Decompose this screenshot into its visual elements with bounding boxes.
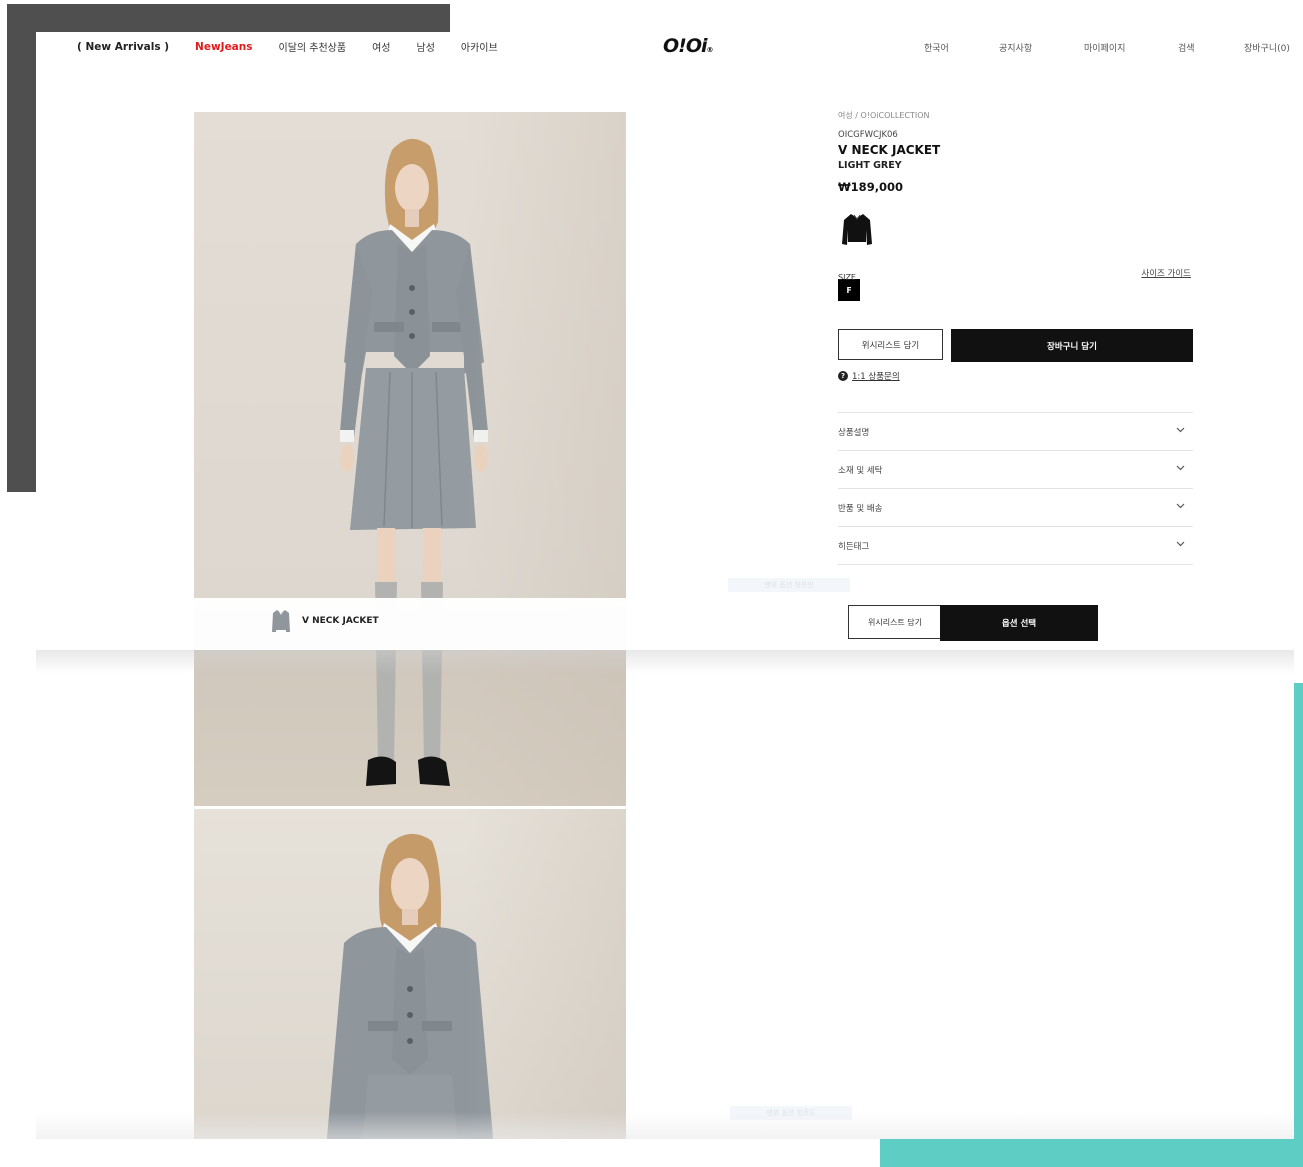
product-image-1	[194, 112, 626, 806]
size-label: SIZE	[838, 273, 856, 282]
chevron-down-icon	[1176, 465, 1185, 471]
nav-men[interactable]: 남성	[417, 39, 435, 54]
accordion-label: 히든태그	[838, 541, 870, 552]
nav-language[interactable]: 한국어	[924, 41, 949, 54]
wishlist-button[interactable]: 위시리스트 담기	[838, 329, 943, 360]
jacket-swatch-icon	[842, 214, 872, 245]
sticky-wishlist-button[interactable]: 위시리스트 담기	[848, 605, 942, 639]
size-option-f[interactable]: F	[838, 279, 860, 301]
product-price: ₩189,000	[838, 180, 904, 194]
brand-logo[interactable]: O!Oi®	[663, 35, 713, 57]
nav-newjeans[interactable]: NewJeans	[195, 41, 252, 53]
question-icon: ?	[838, 371, 848, 381]
photo-shadow	[466, 809, 626, 1139]
sticky-purchase-bar: V NECK JACKET 위시리스트 담기 옵션 선택	[36, 598, 1294, 650]
product-page: ( New Arrivals ) NewJeans 이달의 추천상품 여성 남성…	[36, 32, 1294, 1139]
logo-mark: ®	[706, 46, 713, 54]
accordion-description[interactable]: 상품설명	[838, 413, 1193, 451]
product-inquiry[interactable]: ? 1:1 상품문의	[838, 370, 1193, 382]
product-name: V NECK JACKET	[838, 143, 941, 157]
bottom-fade	[36, 1112, 1294, 1139]
accordion-hidden-tag[interactable]: 히든태그	[838, 527, 1193, 565]
inquiry-link[interactable]: 1:1 상품문의	[852, 370, 900, 382]
accordion-material[interactable]: 소재 및 세탁	[838, 451, 1193, 489]
accordion-returns[interactable]: 반품 및 배송	[838, 489, 1193, 527]
chevron-down-icon	[1176, 427, 1185, 433]
add-to-cart-button[interactable]: 장바구니 담기	[951, 329, 1193, 362]
product-color: LIGHT GREY	[838, 160, 902, 171]
faded-label: 맨위 옵션 항목만	[728, 578, 850, 592]
detail-accordion: 상품설명 소재 및 세탁 반품 및 배송 히든태그	[838, 412, 1193, 565]
decor-teal-block	[880, 1139, 1303, 1167]
nav-mypage[interactable]: 마이페이지	[1084, 41, 1125, 54]
color-swatch[interactable]	[838, 208, 876, 250]
sticky-product-name: V NECK JACKET	[302, 616, 379, 626]
nav-notice[interactable]: 공지사항	[999, 41, 1032, 54]
chevron-down-icon	[1176, 503, 1185, 509]
accordion-label: 상품설명	[838, 427, 870, 438]
chevron-down-icon	[1176, 541, 1185, 547]
nav-new-arrivals[interactable]: ( New Arrivals )	[77, 41, 169, 53]
nav-women[interactable]: 여성	[372, 39, 390, 54]
size-header: SIZE 사이즈 가이드	[838, 265, 1193, 282]
decor-grey-block	[7, 4, 450, 34]
select-option-button[interactable]: 옵션 선택	[940, 605, 1098, 641]
nav-monthly-picks[interactable]: 이달의 추천상품	[279, 39, 347, 54]
decor-grey-strip	[7, 4, 36, 492]
nav-search[interactable]: 검색	[1178, 41, 1195, 54]
decor-teal-strip	[1294, 683, 1303, 1167]
accordion-label: 소재 및 세탁	[838, 465, 883, 476]
logo-text: O!Oi	[663, 35, 707, 57]
accordion-label: 반품 및 배송	[838, 503, 883, 514]
product-info: 여성 / O!OiCOLLECTION OICGFWCJK06 V NECK J…	[838, 110, 1193, 565]
jacket-thumbnail-icon	[272, 610, 290, 632]
nav-cart[interactable]: 장바구니(0)	[1244, 41, 1290, 54]
photo-shadow	[466, 112, 626, 806]
purchase-actions: 위시리스트 담기 장바구니 담기	[838, 329, 1193, 362]
product-code: OICGFWCJK06	[838, 130, 898, 140]
sticky-bar-shadow	[36, 650, 1294, 674]
size-guide-link[interactable]: 사이즈 가이드	[1141, 267, 1191, 279]
main-nav: ( New Arrivals ) NewJeans 이달의 추천상품 여성 남성…	[77, 39, 524, 55]
product-image-2	[194, 809, 626, 1139]
nav-archive[interactable]: 아카이브	[461, 39, 498, 54]
breadcrumb[interactable]: 여성 / O!OiCOLLECTION	[838, 110, 1193, 121]
